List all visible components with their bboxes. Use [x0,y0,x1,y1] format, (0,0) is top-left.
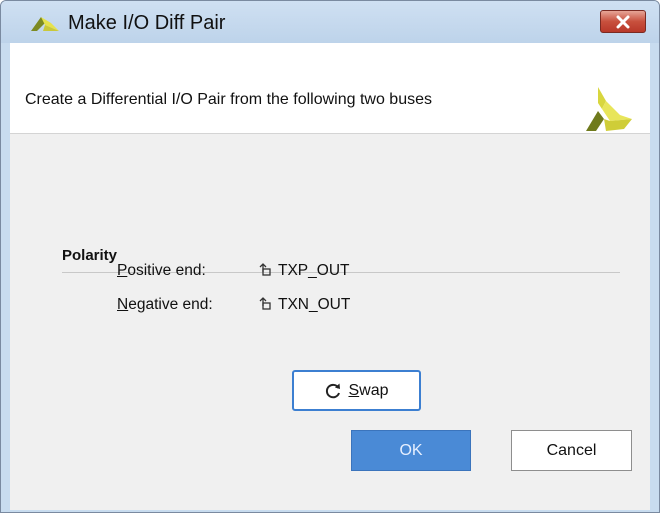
dialog-body: Create a Differential I/O Pair from the … [10,43,650,510]
negative-port-name: TXN_OUT [278,296,351,313]
swap-label-rest: wap [359,381,389,399]
positive-label-rest: ositive end: [127,262,206,279]
header-description: Create a Differential I/O Pair from the … [25,91,432,108]
positive-end-label: Positive end: [117,262,206,280]
vivado-logo-icon [31,17,59,31]
polarity-section-title: Polarity [62,247,118,264]
negative-mnemonic: N [117,296,129,313]
output-port-icon [259,297,271,310]
positive-port-name: TXP_OUT [278,262,350,279]
positive-end-value: TXP_OUT [258,262,349,280]
title-bar[interactable]: Make I/O Diff Pair [1,1,659,43]
dialog-header: Create a Differential I/O Pair from the … [10,43,650,134]
ok-button[interactable]: OK [351,430,471,471]
dialog-window: Make I/O Diff Pair Create a Differential… [0,0,660,513]
close-button[interactable] [600,10,646,33]
window-title: Make I/O Diff Pair [68,12,226,34]
negative-end-label: Negative end: [117,296,213,314]
negative-label-rest: egative end: [128,296,213,313]
close-icon [616,15,630,29]
swap-mnemonic: S [348,381,360,399]
refresh-icon [326,383,341,398]
swap-button[interactable]: Swap [292,370,421,411]
vivado-logo-icon [586,87,632,131]
positive-mnemonic: P [117,262,128,279]
output-port-icon [259,263,271,276]
negative-end-value: TXN_OUT [258,296,350,314]
cancel-button[interactable]: Cancel [511,430,632,471]
